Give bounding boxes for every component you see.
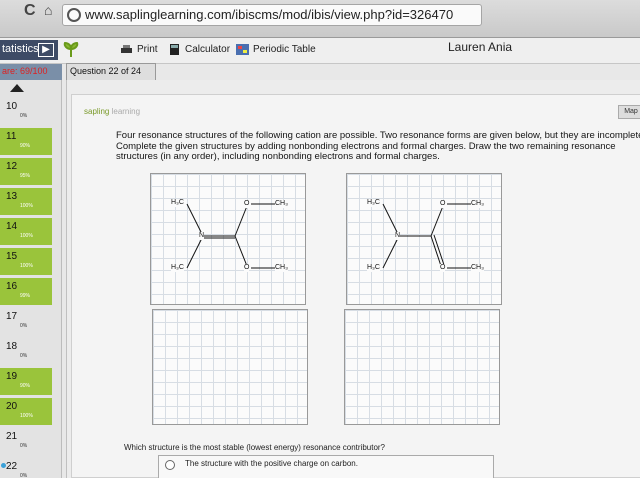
screen: C ⌂ www.saplinglearning.com/ibiscms/mod/… — [0, 0, 640, 478]
expand-arrow-icon[interactable]: ▶ — [38, 43, 54, 57]
current-question-icon — [1, 463, 6, 468]
address-bar[interactable]: www.saplinglearning.com/ibiscms/mod/ibis… — [62, 4, 482, 26]
structure-box-1[interactable]: H₃C H₃C N O O CH₃ CH₃ — [150, 173, 306, 305]
n-label: N — [199, 232, 205, 240]
question-number: 22 — [6, 461, 18, 472]
sidebar-question-item[interactable]: 21 0% — [0, 428, 52, 455]
statistics-label: tatistics — [2, 43, 39, 55]
o-bottom-label: O — [440, 264, 446, 272]
periodic-table-label: Periodic Table — [253, 44, 316, 55]
question-number: 11 — [6, 131, 17, 142]
question-number: 15 — [6, 251, 18, 262]
logo-text: sapling — [84, 107, 110, 116]
url-text: www.saplinglearning.com/ibiscms/mod/ibis… — [85, 7, 454, 22]
calculator-icon — [170, 44, 179, 55]
reload-icon[interactable]: C — [24, 2, 36, 20]
mc-option[interactable]: The structure with the positive charge o… — [158, 455, 494, 478]
scroll-up-icon[interactable] — [10, 84, 24, 92]
map-button[interactable]: Map — [618, 105, 640, 119]
question-tab[interactable]: Question 22 of 24 — [66, 63, 156, 80]
sapling-leaf-icon — [63, 41, 79, 57]
h3c-top-label: H₃C — [367, 199, 380, 207]
structure-box-2[interactable]: H₃C H₃C N O O CH₃ CH₃ — [346, 173, 502, 305]
ch3-top-label: CH₃ — [471, 200, 484, 208]
question-number: 19 — [6, 371, 18, 382]
question-score: 100% — [20, 413, 33, 419]
periodic-table-button[interactable]: Periodic Table — [236, 44, 316, 55]
sidebar-question-item[interactable]: 13 100% — [0, 188, 52, 215]
structure-1-bonds — [186, 203, 275, 269]
question-score: 0% — [20, 473, 28, 478]
mc-option-label: The structure with the positive charge o… — [185, 459, 358, 468]
sidebar-question-item[interactable]: 14 100% — [0, 218, 52, 245]
printer-icon — [121, 45, 132, 53]
question-number: 10 — [6, 101, 18, 112]
question-number: 13 — [6, 191, 18, 202]
question-score: 100% — [20, 233, 33, 239]
globe-icon — [67, 8, 81, 22]
question-score: 0% — [20, 443, 28, 449]
home-icon[interactable]: ⌂ — [44, 2, 52, 18]
app-toolbar: tatistics ▶ Print Calculator Periodic Ta… — [0, 38, 640, 64]
calculator-label: Calculator — [185, 44, 231, 55]
browser-bar: C ⌂ www.saplinglearning.com/ibiscms/mod/… — [0, 0, 640, 38]
periodic-table-icon — [236, 44, 249, 55]
o-top-label: O — [244, 200, 250, 208]
logo-sub: learning — [111, 107, 141, 116]
question-score: 0% — [20, 113, 28, 119]
question-score: 90% — [20, 383, 31, 389]
question-number: 21 — [6, 431, 18, 442]
n-label: N — [395, 232, 401, 240]
sidebar-question-item[interactable]: 22 0% — [0, 458, 52, 478]
structure-2-bonds — [382, 203, 471, 269]
question-number: 17 — [6, 311, 18, 322]
print-label: Print — [137, 44, 158, 55]
question-number: 16 — [6, 281, 18, 292]
question-prompt: Four resonance structures of the followi… — [116, 130, 640, 162]
h3c-bottom-label: H₃C — [367, 264, 380, 272]
sidebar-question-item[interactable]: 20 100% — [0, 398, 52, 425]
question-score: 90% — [20, 143, 31, 149]
drawing-box-3[interactable] — [152, 309, 308, 425]
h3c-top-label: H₃C — [171, 199, 184, 207]
score-badge: are: 69/100 — [0, 64, 62, 80]
h3c-bottom-label: H₃C — [171, 264, 184, 272]
sidebar-question-item[interactable]: 11 90% — [0, 128, 52, 155]
o-bottom-label: O — [244, 264, 250, 272]
sidebar-question-item[interactable]: 12 95% — [0, 158, 52, 185]
sidebar-question-item[interactable]: 18 0% — [0, 338, 52, 365]
sidebar-question-item[interactable]: 17 0% — [0, 308, 52, 335]
drawing-box-4[interactable] — [344, 309, 500, 425]
radio-button[interactable] — [165, 460, 175, 470]
question-score: 99% — [20, 293, 31, 299]
question-number: 12 — [6, 161, 18, 172]
question-score: 100% — [20, 203, 33, 209]
question-sidebar: 10 0% 11 90% 12 95% 13 100% 14 100% 15 100% 16 99% 17 0… — [0, 80, 62, 478]
sidebar-question-item[interactable]: 10 0% — [0, 98, 52, 125]
statistics-tab[interactable]: tatistics ▶ — [0, 40, 58, 60]
calculator-button[interactable]: Calculator — [168, 44, 230, 55]
sapling-logo: sapling learning — [84, 107, 140, 116]
o-top-label: O — [440, 200, 446, 208]
mc-question: Which structure is the most stable (lowe… — [124, 443, 386, 452]
question-number: 18 — [6, 341, 18, 352]
ch3-bottom-label: CH₃ — [275, 264, 288, 272]
question-score: 95% — [20, 173, 31, 179]
question-card: sapling learning Map Four resonance stru… — [71, 94, 640, 478]
ch3-top-label: CH₃ — [275, 200, 288, 208]
print-button[interactable]: Print — [120, 44, 158, 55]
main-panel: sapling learning Map Four resonance stru… — [66, 80, 640, 478]
question-score: 0% — [20, 323, 28, 329]
ch3-bottom-label: CH₃ — [471, 264, 484, 272]
sidebar-question-item[interactable]: 15 100% — [0, 248, 52, 275]
question-number: 14 — [6, 221, 18, 232]
sidebar-question-item[interactable]: 19 90% — [0, 368, 52, 395]
user-name: Lauren Ania — [448, 40, 513, 54]
sidebar-question-item[interactable]: 16 99% — [0, 278, 52, 305]
question-number: 20 — [6, 401, 18, 412]
question-score: 0% — [20, 353, 28, 359]
question-score: 100% — [20, 263, 33, 269]
